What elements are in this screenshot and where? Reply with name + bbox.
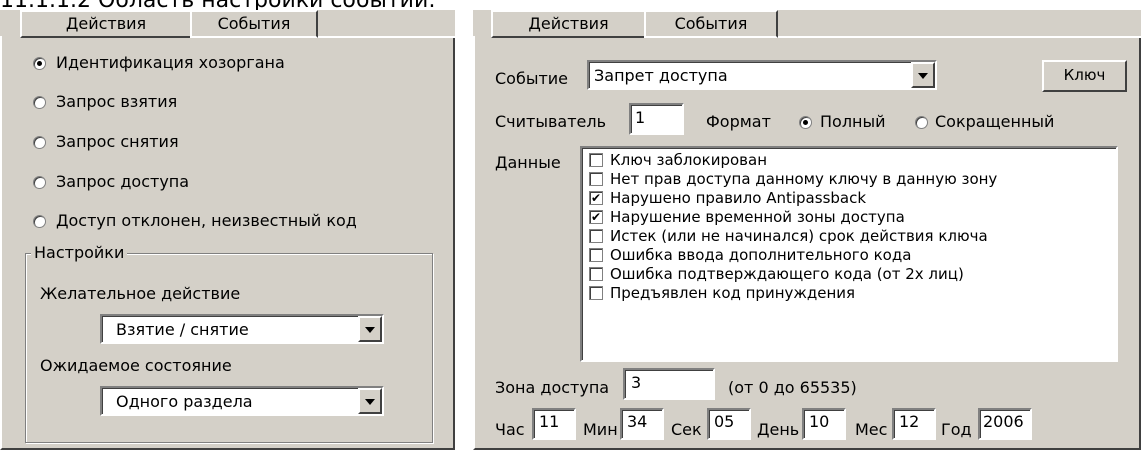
second-input[interactable]: 05 [707, 408, 751, 440]
checkbox[interactable] [589, 267, 603, 281]
hour-label: Час [495, 420, 525, 439]
year-input[interactable]: 2006 [978, 408, 1032, 440]
chevron-down-icon[interactable] [358, 316, 382, 342]
radio-button[interactable] [799, 116, 812, 129]
expected-state-value: Одного раздела [116, 392, 253, 411]
year-label: Год [941, 420, 972, 439]
zone-range-hint: (от 0 до 65535) [728, 378, 857, 397]
radio-label: Сокращенный [935, 112, 1055, 131]
checkbox-label: Нарушение временной зоны доступа [610, 208, 905, 226]
checkbox-label: Нет прав доступа данному ключу в данную … [610, 170, 998, 188]
tab-events[interactable]: События [644, 10, 778, 38]
checkbox-label: Нарушено правило Antipassback [610, 189, 867, 207]
checkbox[interactable] [589, 172, 603, 186]
day-input[interactable]: 10 [802, 408, 846, 440]
zone-label: Зона доступа [495, 378, 610, 397]
reader-label: Считыватель [495, 112, 607, 131]
radio-button[interactable] [33, 176, 46, 189]
radio-button[interactable] [33, 57, 46, 70]
event-select[interactable]: Запрет доступа [587, 60, 937, 90]
checkbox-label: Ошибка ввода дополнительного кода [610, 246, 912, 264]
month-input[interactable]: 12 [892, 408, 936, 440]
tab-actions[interactable]: Действия [491, 10, 646, 38]
event-value: Запрет доступа [594, 66, 728, 85]
radio-button[interactable] [33, 96, 46, 109]
expected-state-label: Ожидаемое состояние [40, 356, 232, 375]
radio-label: Запрос доступа [56, 172, 190, 191]
checkbox-label: Ключ заблокирован [610, 151, 768, 169]
second-label: Сек [671, 420, 702, 439]
radio-label: Запрос снятия [56, 132, 179, 151]
checkbox[interactable] [589, 229, 603, 243]
left-panel: Действия События Идентификация хозоргана… [0, 10, 455, 450]
day-label: День [757, 420, 800, 439]
data-label: Данные [495, 153, 561, 172]
event-label: Событие [495, 69, 569, 88]
chevron-down-icon[interactable] [911, 62, 935, 88]
minute-value: 34 [627, 412, 648, 431]
checkbox[interactable] [589, 286, 603, 300]
expected-state-select[interactable]: Одного раздела [100, 386, 384, 416]
desired-action-label: Желательное действие [40, 284, 241, 303]
format-label: Формат [706, 112, 771, 131]
checkbox[interactable] [589, 248, 603, 262]
radio-label: Идентификация хозоргана [56, 53, 285, 72]
tab-events[interactable]: События [190, 10, 318, 38]
radio-label: Запрос взятия [56, 92, 178, 111]
desired-action-select[interactable]: Взятие / снятие [100, 314, 384, 344]
radio-button[interactable] [33, 215, 46, 228]
tab-actions[interactable]: Действия [20, 10, 192, 38]
right-panel: Действия События Событие Запрет доступа … [473, 10, 1141, 450]
key-button[interactable]: Ключ [1042, 60, 1127, 92]
minute-input[interactable]: 34 [620, 408, 664, 440]
reader-value: 1 [635, 108, 646, 127]
hour-value: 11 [539, 412, 560, 431]
desired-action-value: Взятие / снятие [116, 320, 249, 339]
checkbox-checked[interactable]: ✔ [589, 210, 603, 224]
checkbox-label: Ошибка подтверждающего кода (от 2х лиц) [610, 265, 964, 283]
month-label: Мес [855, 420, 888, 439]
month-value: 12 [899, 412, 920, 431]
zone-input[interactable]: 3 [623, 368, 715, 400]
data-checklist[interactable]: Ключ заблокирован Нет прав доступа данно… [580, 146, 1118, 362]
day-value: 10 [809, 412, 830, 431]
radio-label: Доступ отклонен, неизвестный код [56, 211, 357, 230]
checkbox-label: Предъявлен код принуждения [610, 284, 856, 302]
settings-title: Настройки [31, 243, 128, 262]
radio-button[interactable] [33, 136, 46, 149]
reader-input[interactable]: 1 [629, 103, 684, 135]
second-value: 05 [714, 412, 735, 431]
radio-label: Полный [820, 112, 886, 131]
checkbox-label: Истек (или не начинался) срок действия к… [610, 227, 988, 245]
checkbox-checked[interactable]: ✔ [589, 191, 603, 205]
hour-input[interactable]: 11 [532, 408, 576, 440]
zone-value: 3 [631, 373, 642, 392]
radio-button[interactable] [915, 116, 928, 129]
minute-label: Мин [583, 420, 618, 439]
checkbox[interactable] [589, 153, 603, 167]
chevron-down-icon[interactable] [358, 388, 382, 414]
year-value: 2006 [983, 412, 1024, 431]
